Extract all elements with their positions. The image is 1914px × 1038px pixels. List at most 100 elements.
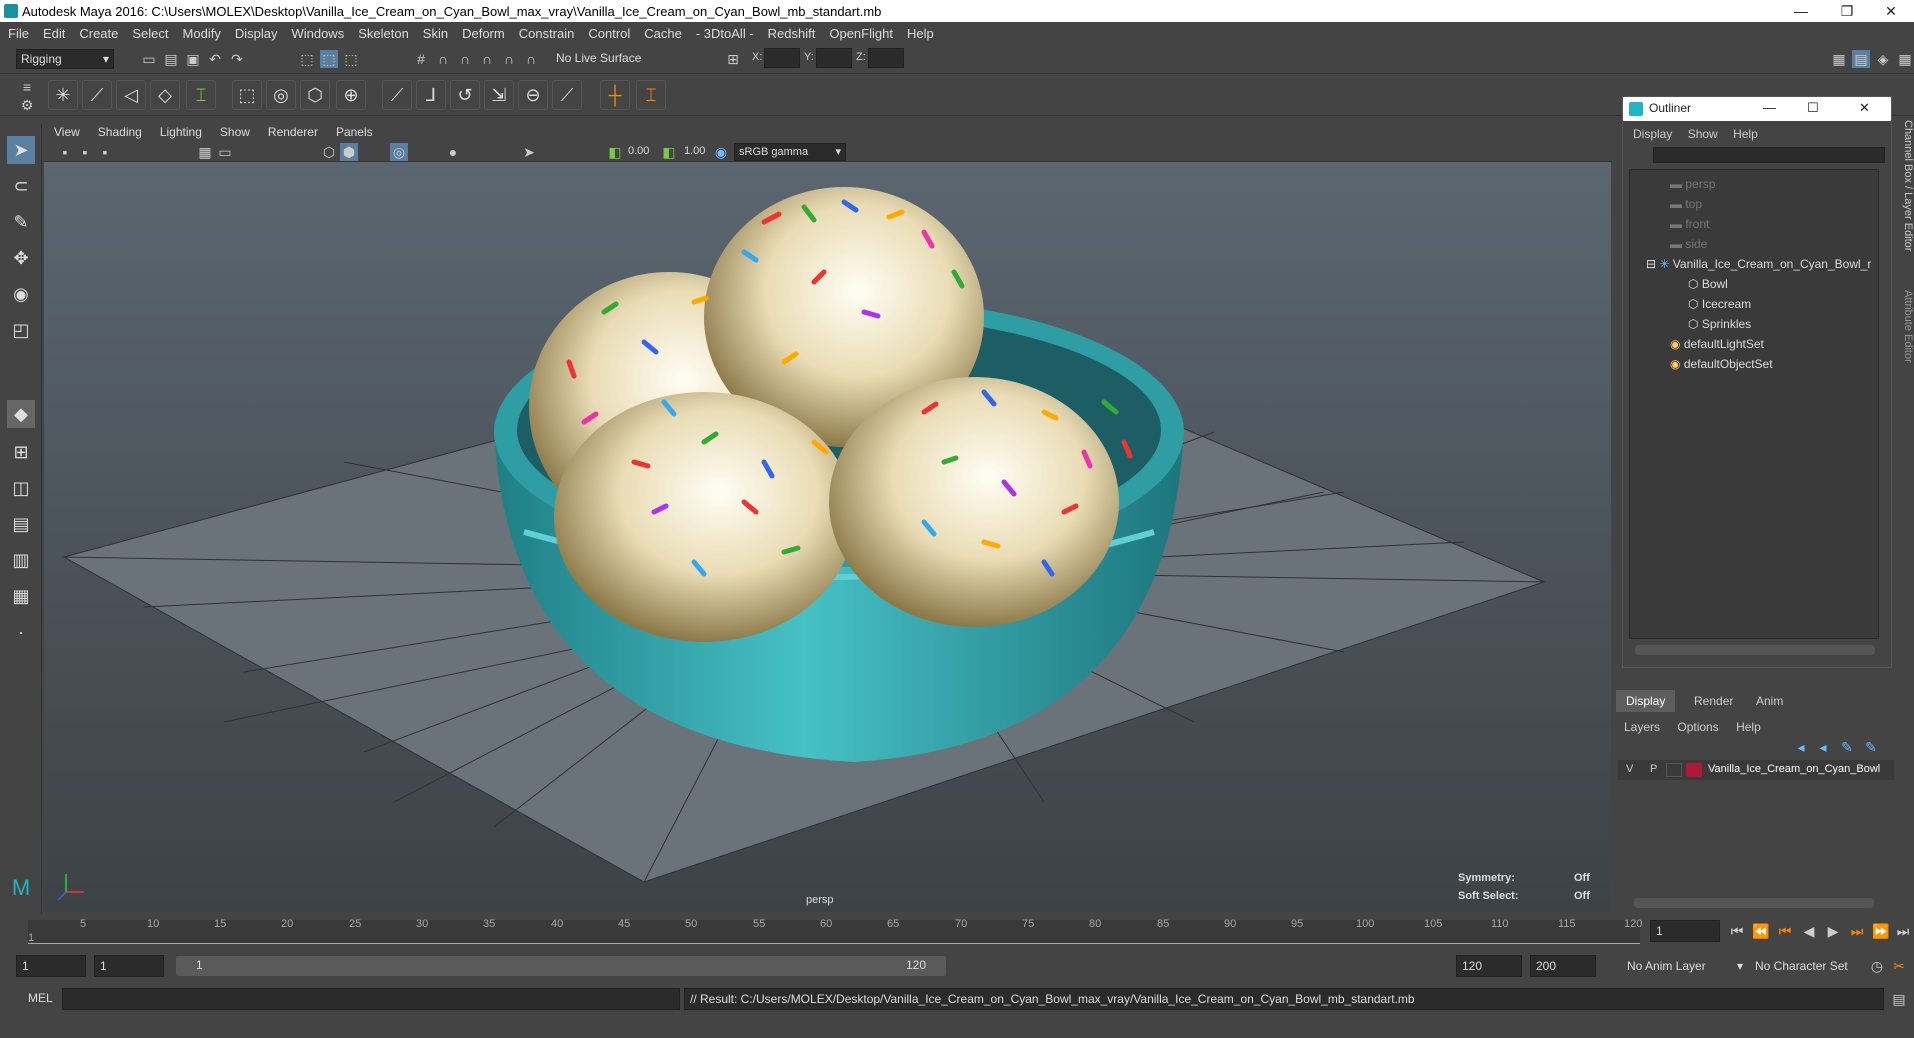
film-gate-icon[interactable]: ▭: [216, 143, 234, 161]
script-language-label[interactable]: MEL: [28, 991, 53, 1005]
single-view-icon[interactable]: ◆: [7, 400, 35, 428]
locator-icon[interactable]: ┼: [600, 80, 630, 110]
viewport-menu-view[interactable]: View: [54, 125, 80, 139]
viewport-menu-shading[interactable]: Shading: [98, 125, 142, 139]
new-layer-icon[interactable]: ✎: [1838, 738, 1856, 756]
playback-end-field[interactable]: 120: [1456, 955, 1522, 977]
outliner-item-lightset[interactable]: ◉ defaultLightSet: [1670, 334, 1764, 354]
command-input[interactable]: [62, 988, 680, 1010]
ik-handle-icon[interactable]: ⟋: [82, 80, 112, 110]
layer-visibility[interactable]: V: [1626, 763, 1633, 775]
side-tab-attribute[interactable]: Attribute Editor: [1898, 290, 1914, 400]
current-frame-field[interactable]: 1: [1650, 920, 1720, 942]
viewport-menu-panels[interactable]: Panels: [336, 125, 373, 139]
move-layer-down-icon[interactable]: ◂: [1814, 738, 1832, 756]
menu-3dtoall[interactable]: - 3DtoAll -: [696, 26, 754, 41]
select-object-icon[interactable]: ⬚: [320, 50, 338, 68]
viewport-menu-show[interactable]: Show: [220, 125, 250, 139]
tab-anim[interactable]: Anim: [1746, 690, 1793, 712]
outliner-layout-icon[interactable]: ▤: [7, 510, 35, 538]
viewport-menu-lighting[interactable]: Lighting: [160, 125, 202, 139]
outliner-item-side[interactable]: ▬ side: [1670, 234, 1707, 254]
tab-render[interactable]: Render: [1684, 690, 1743, 712]
auto-key-icon[interactable]: ◷: [1868, 957, 1886, 975]
y-field[interactable]: [816, 48, 852, 68]
outliner-menu-display[interactable]: Display: [1633, 127, 1672, 141]
menu-constrain[interactable]: Constrain: [519, 26, 575, 41]
step-forward-icon[interactable]: ⏩: [1872, 922, 1890, 940]
menu-create[interactable]: Create: [79, 26, 118, 41]
smooth-shade-icon[interactable]: ⬢: [340, 143, 358, 161]
bind-skin-icon[interactable]: ⌶: [186, 80, 216, 110]
outliner-maximize-icon[interactable]: ☐: [1807, 100, 1819, 116]
shelf-gear-icon[interactable]: ⚙: [18, 96, 36, 114]
paint-weights-icon[interactable]: ⌶: [636, 80, 666, 110]
viewport-3d[interactable]: persp Symmetry: Off Soft Select: Off: [44, 162, 1611, 912]
transform-icon[interactable]: ⊞: [724, 50, 742, 68]
minimize-icon[interactable]: —: [1778, 0, 1824, 22]
redo-icon[interactable]: ↷: [228, 50, 246, 68]
constrain-parent-icon[interactable]: ⊖: [518, 80, 548, 110]
menu-select[interactable]: Select: [132, 26, 168, 41]
outliner-close-icon[interactable]: ✕: [1859, 100, 1870, 116]
menu-redshift[interactable]: Redshift: [768, 26, 816, 41]
constrain-aim-icon[interactable]: ⅃: [416, 80, 446, 110]
constrain-scale-icon[interactable]: ⇲: [484, 80, 514, 110]
menu-help[interactable]: Help: [907, 26, 934, 41]
lasso-tool-icon[interactable]: ⊂: [7, 172, 35, 200]
layer-color-swatch[interactable]: [1686, 763, 1702, 777]
wrap-icon[interactable]: ⬡: [300, 80, 330, 110]
go-start-icon[interactable]: ⏮: [1728, 922, 1746, 940]
isolate-icon[interactable]: ➤: [520, 143, 538, 161]
wireframe-icon[interactable]: ⬡: [320, 143, 338, 161]
layer-row[interactable]: V P Vanilla_Ice_Cream_on_Cyan_Bowl: [1618, 760, 1894, 780]
bookmark-icon[interactable]: ▪: [96, 143, 114, 161]
constrain-orient-icon[interactable]: ↺: [450, 80, 480, 110]
play-forward-icon[interactable]: ▶: [1824, 922, 1842, 940]
outliner-item-objectset[interactable]: ◉ defaultObjectSet: [1670, 354, 1773, 374]
outliner-menu-show[interactable]: Show: [1688, 127, 1718, 141]
anim-end-field[interactable]: 200: [1530, 955, 1596, 977]
tab-display[interactable]: Display: [1616, 690, 1676, 712]
gamma-icon[interactable]: ◧: [660, 143, 678, 161]
layer-menu-options[interactable]: Options: [1677, 720, 1718, 734]
menu-file[interactable]: File: [8, 26, 29, 41]
constrain-point-icon[interactable]: ⟋: [382, 80, 412, 110]
outliner-hscrollbar[interactable]: [1635, 645, 1875, 655]
shelf-menu-icon[interactable]: ≡: [18, 78, 36, 96]
select-component-icon[interactable]: ⬚: [342, 50, 360, 68]
color-management-icon[interactable]: ◉: [712, 143, 730, 161]
outliner-minimize-icon[interactable]: —: [1763, 100, 1776, 115]
play-back-icon[interactable]: ◀: [1800, 922, 1818, 940]
hypershade-layout-icon[interactable]: ▦: [7, 582, 35, 610]
settings-icon[interactable]: ▦: [1896, 50, 1914, 68]
mode-dropdown[interactable]: Rigging ▾: [16, 49, 114, 69]
restore-icon[interactable]: ❐: [1824, 0, 1870, 22]
cluster-icon[interactable]: ⬚: [232, 80, 262, 110]
anim-layer-dropdown[interactable]: No Anim Layer ▾: [1622, 956, 1748, 976]
layer-name[interactable]: Vanilla_Ice_Cream_on_Cyan_Bowl: [1708, 763, 1880, 775]
gamma-value[interactable]: 1.00: [684, 145, 705, 157]
layout-icon[interactable]: ▤: [1852, 50, 1870, 68]
range-slider[interactable]: 1 120: [176, 956, 946, 976]
layer-menu-help[interactable]: Help: [1736, 720, 1761, 734]
close-icon[interactable]: ✕: [1868, 0, 1914, 22]
menu-edit[interactable]: Edit: [43, 26, 65, 41]
graph-layout-icon[interactable]: ▥: [7, 546, 35, 574]
menu-windows[interactable]: Windows: [291, 26, 344, 41]
outliner-item-sprinkles[interactable]: ⬡ Sprinkles: [1688, 314, 1751, 334]
snap-point-icon[interactable]: ∩: [456, 50, 474, 68]
exposure-icon[interactable]: ◧: [606, 143, 624, 161]
select-hierarchy-icon[interactable]: ⬚: [298, 50, 316, 68]
two-view-icon[interactable]: ◫: [7, 474, 35, 502]
menu-skeleton[interactable]: Skeleton: [358, 26, 409, 41]
new-layer-selected-icon[interactable]: ✎: [1862, 738, 1880, 756]
xray-icon[interactable]: ◎: [390, 143, 408, 161]
outliner-item-front[interactable]: ▬ front: [1670, 214, 1709, 234]
key-back-icon[interactable]: ⏮: [1776, 922, 1794, 940]
menu-cache[interactable]: Cache: [644, 26, 682, 41]
snap-curve-icon[interactable]: ∩: [434, 50, 452, 68]
go-end-icon[interactable]: ⏭: [1894, 922, 1912, 940]
outliner-search-input[interactable]: [1653, 147, 1885, 163]
magnet-icon[interactable]: ∩: [522, 50, 540, 68]
